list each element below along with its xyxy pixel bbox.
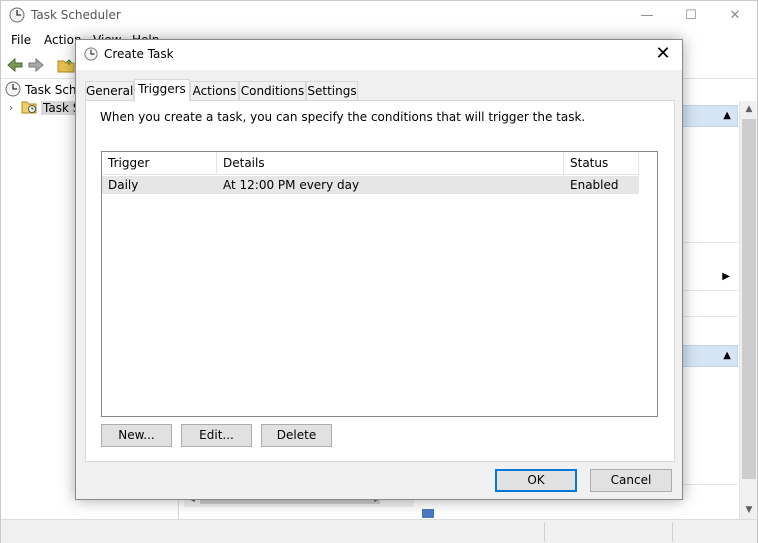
new-trigger-button[interactable]: New... bbox=[101, 424, 172, 447]
menu-file[interactable]: File bbox=[11, 33, 31, 47]
dialog-titlebar: Create Task ✕ bbox=[76, 40, 682, 70]
submenu-arrow-icon[interactable]: ▶ bbox=[722, 271, 730, 282]
column-header-details[interactable]: Details bbox=[217, 152, 564, 175]
clock-icon bbox=[84, 47, 98, 64]
ok-button[interactable]: OK bbox=[495, 469, 577, 492]
cancel-button[interactable]: Cancel bbox=[590, 469, 672, 492]
folder-clock-icon bbox=[21, 99, 37, 118]
main-titlebar: Task Scheduler — ☐ ✕ bbox=[1, 1, 757, 31]
maximize-button[interactable]: ☐ bbox=[669, 4, 713, 28]
vertical-scrollbar[interactable]: ▲ ▼ bbox=[739, 101, 757, 519]
cell-trigger: Daily bbox=[108, 178, 139, 192]
triggers-description: When you create a task, you can specify … bbox=[100, 110, 586, 124]
tab-triggers[interactable]: Triggers bbox=[134, 79, 190, 102]
scroll-down-arrow-icon[interactable]: ▼ bbox=[740, 502, 758, 518]
triggers-list-header: Trigger Details Status bbox=[102, 152, 639, 175]
main-window-title: Task Scheduler bbox=[31, 8, 121, 22]
minimize-button[interactable]: — bbox=[625, 4, 669, 28]
triggers-tab-panel: When you create a task, you can specify … bbox=[85, 100, 675, 462]
dialog-close-button[interactable]: ✕ bbox=[648, 43, 678, 67]
status-bar bbox=[1, 519, 757, 543]
back-arrow-icon[interactable] bbox=[6, 56, 24, 74]
tab-conditions[interactable]: Conditions bbox=[239, 81, 306, 101]
clock-icon bbox=[9, 7, 25, 26]
triggers-list[interactable]: Trigger Details Status Daily At 12:00 PM… bbox=[101, 151, 658, 417]
collapse-triangle-icon[interactable]: ▲ bbox=[723, 110, 731, 121]
forward-arrow-icon[interactable] bbox=[27, 56, 45, 74]
folder-up-icon[interactable] bbox=[57, 56, 75, 74]
scrollbar-thumb[interactable] bbox=[742, 119, 756, 479]
edit-trigger-button[interactable]: Edit... bbox=[181, 424, 252, 447]
column-header-status[interactable]: Status bbox=[564, 152, 639, 175]
delete-trigger-button[interactable]: Delete bbox=[261, 424, 332, 447]
help-icon[interactable] bbox=[422, 509, 434, 518]
divider bbox=[672, 522, 673, 542]
collapse-triangle-icon[interactable]: ▲ bbox=[723, 350, 731, 361]
clock-icon bbox=[5, 81, 21, 100]
dialog-title: Create Task bbox=[104, 47, 174, 61]
window-close-button[interactable]: ✕ bbox=[713, 4, 757, 28]
chevron-right-icon[interactable]: › bbox=[9, 103, 19, 114]
cell-status: Enabled bbox=[570, 178, 619, 192]
divider bbox=[544, 522, 545, 542]
scroll-up-arrow-icon[interactable]: ▲ bbox=[740, 101, 758, 117]
cell-details: At 12:00 PM every day bbox=[223, 178, 360, 192]
table-row[interactable]: Daily At 12:00 PM every day Enabled bbox=[102, 176, 639, 194]
tab-settings[interactable]: Settings bbox=[306, 81, 358, 101]
tab-general[interactable]: General bbox=[85, 81, 134, 101]
tab-actions[interactable]: Actions bbox=[190, 81, 239, 101]
create-task-dialog: Create Task ✕ General Triggers Actions C… bbox=[75, 39, 683, 500]
column-header-trigger[interactable]: Trigger bbox=[102, 152, 217, 175]
